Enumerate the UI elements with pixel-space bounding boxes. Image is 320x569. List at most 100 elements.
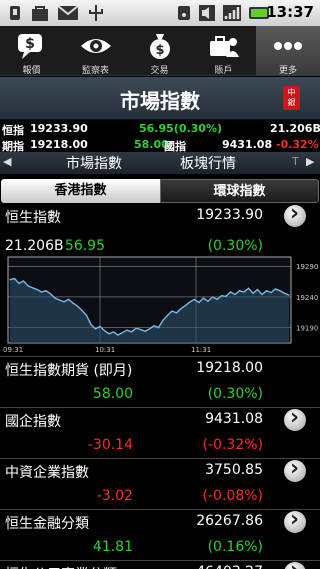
chart-point bbox=[279, 290, 281, 292]
chart-point bbox=[166, 314, 169, 316]
chart-point bbox=[121, 331, 124, 334]
tab-more[interactable]: 更多 bbox=[256, 26, 320, 76]
chart-point bbox=[130, 331, 133, 333]
chart-point bbox=[211, 296, 214, 298]
chart-point bbox=[112, 331, 115, 333]
chart-point bbox=[126, 329, 128, 331]
index-row-change: -30.14 bbox=[87, 437, 133, 453]
index-row-change: 58.00 bbox=[92, 386, 133, 402]
chart-point bbox=[90, 323, 92, 326]
chart-point bbox=[81, 309, 83, 312]
gmail-icon bbox=[57, 5, 79, 20]
index-row-name[interactable]: 恒生公用事業分類 bbox=[5, 564, 117, 569]
hsi-turnover: 21.206B bbox=[5, 238, 64, 254]
index-row-change: -3.02 bbox=[96, 488, 133, 504]
index-row-chevron-icon[interactable] bbox=[284, 507, 306, 533]
title-bar: 市場指數 bbox=[0, 77, 320, 120]
category-more[interactable]: T bbox=[292, 155, 299, 168]
index-row-chevron-icon[interactable] bbox=[284, 456, 306, 482]
index-row-pct: (0.16%) bbox=[207, 539, 263, 555]
index-row-chevron-icon[interactable] bbox=[284, 405, 306, 431]
chart-point bbox=[189, 301, 191, 303]
category-selector[interactable]: ◀ 市場指數 板塊行情 T ▶ bbox=[0, 152, 320, 174]
chart-point bbox=[36, 288, 38, 291]
main-tab-bar: $ 報價 監察表 $ 交易 賬戶 更多 bbox=[0, 26, 320, 76]
prev-arrow-icon[interactable]: ◀ bbox=[3, 155, 11, 168]
chart-point bbox=[216, 298, 218, 300]
tab-quote[interactable]: $ 報價 bbox=[0, 26, 63, 76]
chart-y-tick-label: 19290 bbox=[296, 263, 318, 271]
chart-point bbox=[99, 325, 101, 328]
index-row-name[interactable]: 恒生金融分類 bbox=[5, 513, 89, 533]
row-divider bbox=[0, 407, 320, 408]
chart-point bbox=[270, 292, 272, 294]
money-bag-icon: $ bbox=[150, 34, 170, 59]
ticker-hscei-change: -0.32% bbox=[276, 138, 319, 151]
chart-x-tick-label: 09:31 bbox=[3, 346, 23, 354]
chart-point bbox=[283, 292, 286, 294]
chart-y-tick-label: 19190 bbox=[296, 325, 318, 333]
index-row-pct: (0.30%) bbox=[207, 386, 263, 402]
hsi-pct: (0.30%) bbox=[207, 238, 263, 254]
chart-point bbox=[40, 291, 43, 293]
row-divider bbox=[0, 560, 320, 561]
index-row-value: 46403.27 bbox=[180, 564, 263, 569]
bag-icon bbox=[32, 6, 48, 21]
hsi-detail-chevron-icon[interactable] bbox=[284, 201, 306, 227]
chart-point bbox=[207, 300, 209, 302]
chart-point bbox=[252, 292, 254, 294]
chart-point bbox=[67, 298, 70, 300]
hsi-value: 19233.90 bbox=[196, 207, 263, 223]
chart-point bbox=[153, 325, 155, 327]
chart-point bbox=[247, 287, 250, 289]
chart-point bbox=[274, 288, 277, 290]
tab-hk-index[interactable]: 香港指數 bbox=[1, 179, 160, 203]
chart-point bbox=[229, 291, 232, 293]
tab-watchlist[interactable]: 監察表 bbox=[64, 26, 127, 76]
chart-point bbox=[243, 291, 245, 293]
chart-point bbox=[72, 302, 74, 304]
chart-point bbox=[144, 330, 146, 332]
hsi-name[interactable]: 恒生指數 bbox=[5, 207, 61, 227]
tab-trade[interactable]: $ 交易 bbox=[128, 26, 191, 76]
ticker-hscei-value: 9431.08 bbox=[222, 138, 273, 151]
category-sector[interactable]: 板塊行情 bbox=[180, 153, 236, 173]
chart-y-tick-label: 19240 bbox=[296, 294, 318, 302]
wifi-icon bbox=[178, 6, 190, 20]
ticker-hsi-turnover: 21.206B bbox=[270, 122, 320, 135]
chart-point bbox=[117, 334, 119, 336]
ticker-fut-value: 19218.00 bbox=[30, 138, 88, 151]
index-row-name[interactable]: 恒生指數期貨 (即月) bbox=[5, 360, 132, 380]
chart-point bbox=[261, 293, 263, 296]
chart-point bbox=[49, 293, 52, 295]
index-ticker: 恒指 19233.90 56.95(0.30%) 21.206B 期指 1921… bbox=[0, 120, 320, 153]
chart-point bbox=[288, 294, 290, 296]
next-arrow-icon[interactable]: ▶ bbox=[306, 155, 314, 168]
tab-account[interactable]: 賬戶 bbox=[192, 26, 255, 76]
chart-point bbox=[162, 319, 164, 321]
chart-point bbox=[225, 295, 227, 297]
index-row-value: 26267.86 bbox=[196, 513, 263, 529]
page-title: 市場指數 bbox=[120, 89, 200, 113]
status-bar: 13:37 bbox=[0, 0, 320, 26]
row-divider bbox=[0, 458, 320, 459]
chart-point bbox=[18, 282, 20, 285]
row-divider bbox=[0, 356, 320, 357]
tab-global-index[interactable]: 環球指數 bbox=[160, 179, 319, 203]
index-row-chevron-icon[interactable] bbox=[284, 558, 306, 569]
index-row-change: 41.81 bbox=[92, 539, 133, 555]
chart-point bbox=[85, 314, 88, 316]
usb-debug-icon bbox=[89, 5, 103, 21]
index-row-name[interactable]: 國企指數 bbox=[5, 411, 61, 431]
chart-point bbox=[45, 290, 47, 292]
category-market-index[interactable]: 市場指數 bbox=[66, 153, 122, 173]
chart-point bbox=[54, 297, 56, 299]
index-row-name[interactable]: 中資企業指數 bbox=[5, 462, 89, 482]
chart-x-tick-label: 11:31 bbox=[191, 346, 211, 354]
chart-point bbox=[220, 295, 223, 297]
chart-point bbox=[175, 312, 178, 314]
chart-x-tick-label: 10:31 bbox=[95, 346, 115, 354]
chart-point bbox=[135, 327, 137, 329]
chart-point bbox=[157, 327, 160, 329]
chart-point bbox=[171, 310, 173, 312]
